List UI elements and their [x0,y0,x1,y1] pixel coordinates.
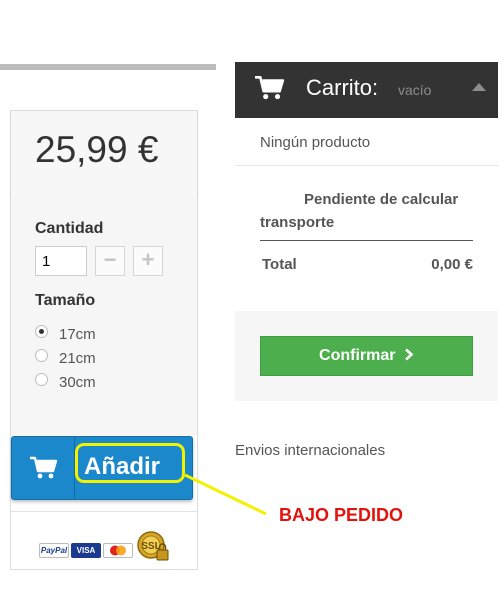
chevron-right-icon [405,348,414,361]
confirm-area: Confirmar [235,311,498,401]
total-value: 0,00 € [431,256,473,273]
cart-empty-message: Ningún producto [260,134,371,151]
chevron-up-icon[interactable] [472,83,486,91]
cart-state: vacío [398,82,432,98]
divider [235,165,498,166]
annotation-note: BAJO PEDIDO [279,505,404,525]
cart-icon [255,75,285,106]
cart-title: Carrito: [306,75,379,100]
confirm-button[interactable]: Confirmar [260,336,473,376]
total-label: Total [262,256,297,273]
divider [260,240,473,241]
cart-dropdown: Ningún producto Pendiente de calcular tr… [235,118,498,280]
international-shipping-text: Envios internacionales [235,442,386,459]
confirm-label: Confirmar [319,347,396,364]
shipping-status: Pendiente de calcular transporte [260,191,459,231]
cart-header[interactable]: Carrito: vacío [235,62,498,118]
